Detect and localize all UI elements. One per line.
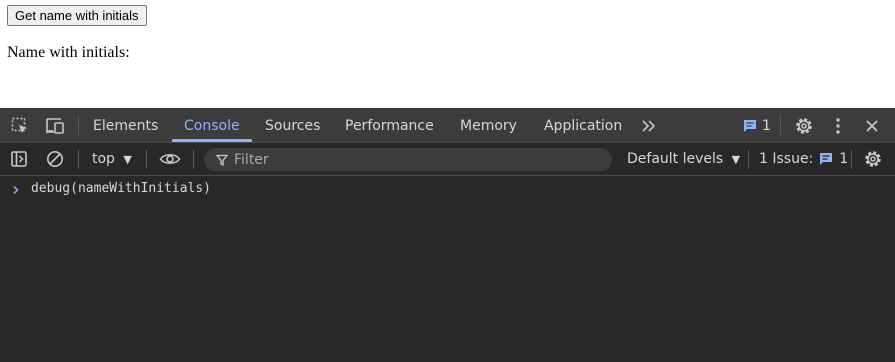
console-toolbar: top ▼ Default levels ▼ 1 Issue: bbox=[0, 143, 895, 176]
context-selector-value: top bbox=[92, 151, 115, 167]
tab-performance[interactable]: Performance bbox=[345, 108, 434, 143]
device-toolbar-icon[interactable] bbox=[42, 108, 68, 143]
clear-console-icon[interactable] bbox=[44, 143, 66, 175]
log-levels-label: Default levels bbox=[627, 151, 724, 167]
settings-gear-icon[interactable] bbox=[792, 108, 816, 143]
name-with-initials-label: Name with initials: bbox=[7, 44, 130, 61]
issues-counter[interactable]: 1 Issue: 1 bbox=[759, 143, 848, 175]
toolbar-divider bbox=[78, 150, 79, 169]
message-icon bbox=[820, 153, 833, 165]
active-tab-indicator bbox=[172, 139, 252, 142]
close-icon[interactable] bbox=[862, 108, 882, 143]
eye-icon[interactable] bbox=[158, 143, 182, 175]
tabbar-divider bbox=[780, 116, 781, 135]
dropdown-caret-icon: ▼ bbox=[123, 153, 132, 166]
toolbar-divider bbox=[193, 150, 194, 169]
get-name-with-initials-button[interactable]: Get name with initials bbox=[7, 5, 147, 26]
dropdown-caret-icon: ▼ bbox=[731, 153, 741, 166]
devtools-tabbar: Elements Console Sources Performance Mem… bbox=[0, 108, 895, 143]
tabbar-divider bbox=[78, 116, 79, 135]
console-settings-gear-icon[interactable] bbox=[861, 143, 885, 175]
more-tabs-icon[interactable] bbox=[638, 108, 660, 143]
inspect-element-icon[interactable] bbox=[8, 108, 32, 143]
toolbar-divider bbox=[851, 150, 852, 169]
page-viewport: Get name with initials Name with initial… bbox=[0, 0, 895, 108]
toolbar-divider bbox=[748, 150, 749, 169]
issues-badge[interactable]: 1 bbox=[742, 108, 771, 143]
issues-counter-label: 1 Issue: bbox=[759, 151, 814, 167]
context-selector[interactable]: top ▼ bbox=[92, 143, 132, 175]
devtools-panel: Elements Console Sources Performance Mem… bbox=[0, 108, 895, 362]
log-levels-dropdown[interactable]: Default levels ▼ bbox=[627, 143, 740, 175]
tab-memory[interactable]: Memory bbox=[460, 108, 517, 143]
filter-funnel-icon bbox=[216, 154, 228, 166]
console-filter-box[interactable] bbox=[204, 148, 612, 171]
sidebar-toggle-icon[interactable] bbox=[8, 143, 30, 175]
issues-badge-count: 1 bbox=[762, 117, 771, 134]
console-input-line[interactable]: debug(nameWithInitials) bbox=[0, 180, 895, 200]
tab-console[interactable]: Console bbox=[184, 108, 240, 143]
tab-elements[interactable]: Elements bbox=[93, 108, 158, 143]
toolbar-divider bbox=[146, 150, 147, 169]
console-output[interactable]: debug(nameWithInitials) bbox=[0, 176, 895, 362]
console-prompt-chevron-icon bbox=[12, 180, 20, 200]
console-filter-input[interactable] bbox=[228, 151, 594, 168]
message-icon bbox=[744, 119, 756, 132]
kebab-menu-icon[interactable] bbox=[828, 108, 848, 143]
tab-sources[interactable]: Sources bbox=[265, 108, 320, 143]
issues-counter-value: 1 bbox=[839, 151, 849, 167]
console-line-text: debug(nameWithInitials) bbox=[31, 181, 212, 196]
tab-application[interactable]: Application bbox=[544, 108, 622, 143]
